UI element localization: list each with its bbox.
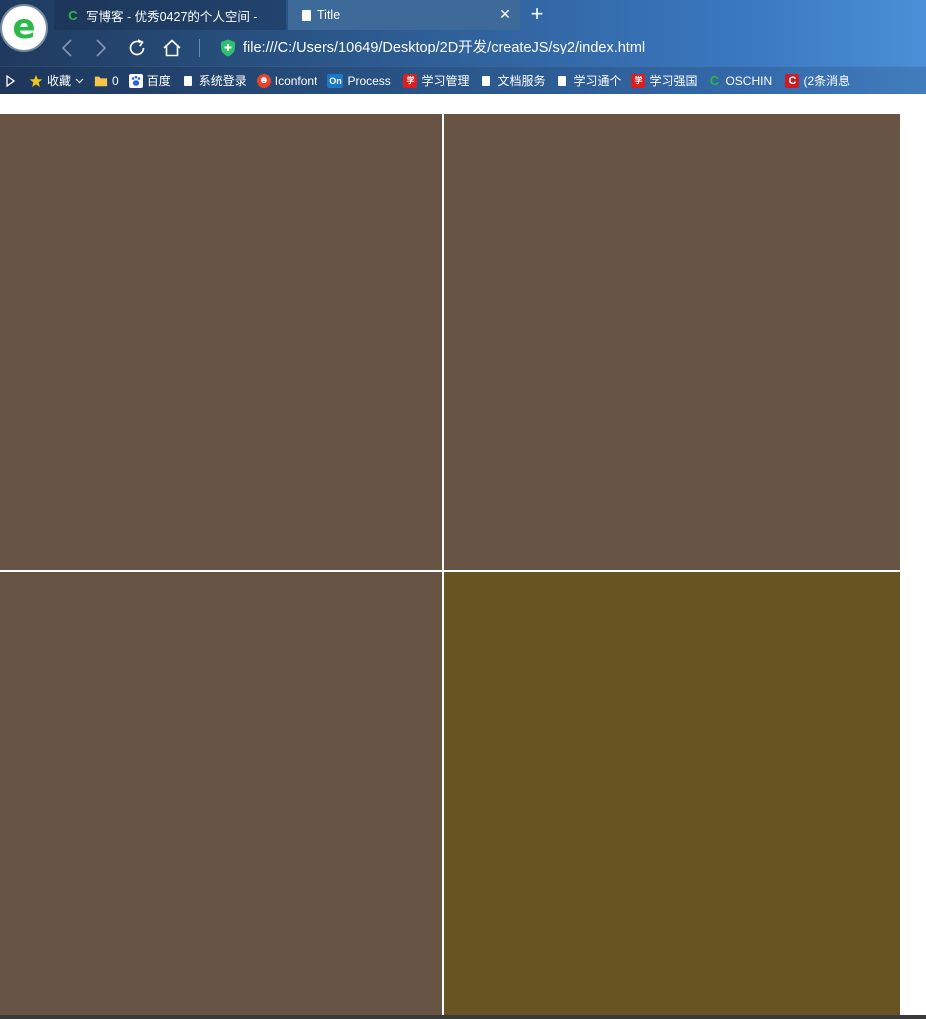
bookmark-xuexi-qiangguo[interactable]: 学 学习强国 [631, 72, 697, 89]
close-tab-icon[interactable]: ✕ [498, 7, 512, 21]
sidebar-toggle-button[interactable] [3, 73, 17, 89]
page-content [0, 94, 926, 1015]
tab-title: 写博客 - 优秀0427的个人空间 - [86, 9, 258, 24]
xuexi-icon: 学 [631, 73, 646, 88]
tab-title-page[interactable]: Title ✕ [288, 0, 520, 30]
bookmark-doc-service[interactable]: 文档服务 [479, 72, 545, 89]
bookmark-processon[interactable]: On Process [327, 73, 393, 88]
bookmark-favorites[interactable]: 收藏 [29, 72, 84, 89]
game-canvas[interactable] [0, 114, 900, 1015]
csdn-icon: C [785, 73, 800, 88]
browser-window: e C 写博客 - 优秀0427的个人空间 - Title ✕ + file:/… [0, 0, 926, 1019]
home-icon [163, 39, 181, 57]
tile-bottom-left[interactable] [0, 572, 442, 1015]
reload-button[interactable] [125, 36, 149, 60]
bookmark-oschina[interactable]: C OSCHIN [707, 73, 775, 88]
xuexi-icon: 学 [403, 73, 418, 88]
folder-icon [94, 76, 108, 86]
processon-icon: On [327, 73, 344, 88]
iconfont-icon: ☻ [256, 73, 271, 88]
document-icon [479, 74, 493, 88]
oschina-icon: C [709, 73, 720, 88]
bookmark-xuexitong[interactable]: 学习通个 [555, 72, 621, 89]
tile-bottom-right[interactable] [444, 572, 900, 1015]
tab-bar: e C 写博客 - 优秀0427的个人空间 - Title ✕ + [0, 0, 926, 50]
forward-button[interactable] [89, 36, 113, 60]
chevron-left-icon [61, 39, 72, 57]
star-icon [29, 74, 43, 87]
bookmark-iconfont[interactable]: ☻ Iconfont [256, 73, 317, 88]
status-bar-edge [0, 1015, 926, 1019]
browser-chrome: e C 写博客 - 优秀0427的个人空间 - Title ✕ + file:/… [0, 0, 926, 94]
document-icon [555, 74, 569, 88]
play-outline-icon [5, 74, 15, 87]
tab-title: Title [317, 8, 341, 22]
baidu-paw-icon [128, 73, 143, 88]
chevron-down-icon [75, 78, 84, 84]
refresh-icon [129, 39, 145, 56]
bookmark-folder-0[interactable]: 0 [94, 74, 119, 88]
bookmark-baidu[interactable]: 百度 [128, 72, 171, 89]
home-button[interactable] [160, 36, 184, 60]
navigation-bar [0, 30, 926, 66]
tile-top-left[interactable] [0, 114, 442, 570]
bookmark-csdn[interactable]: C (2条消息 [785, 72, 851, 89]
security-shield-icon[interactable] [220, 39, 236, 57]
tile-top-right[interactable] [444, 114, 900, 570]
chevron-right-icon [96, 39, 107, 57]
bookmark-system-login[interactable]: 系统登录 [181, 72, 247, 89]
bookmarks-bar: 收藏 0 百度 系统登录 ☻ Iconfont On Process 学 学习管… [0, 66, 926, 94]
document-icon [302, 9, 311, 21]
tab-blog[interactable]: C 写博客 - 优秀0427的个人空间 - [54, 0, 286, 30]
back-button[interactable] [55, 36, 79, 60]
new-tab-button[interactable]: + [526, 3, 548, 26]
c-icon: C [68, 7, 78, 23]
address-bar-input[interactable] [243, 38, 913, 54]
document-icon [181, 74, 195, 88]
toolbar-divider [199, 39, 200, 57]
bookmark-study-management[interactable]: 学 学习管理 [403, 72, 469, 89]
